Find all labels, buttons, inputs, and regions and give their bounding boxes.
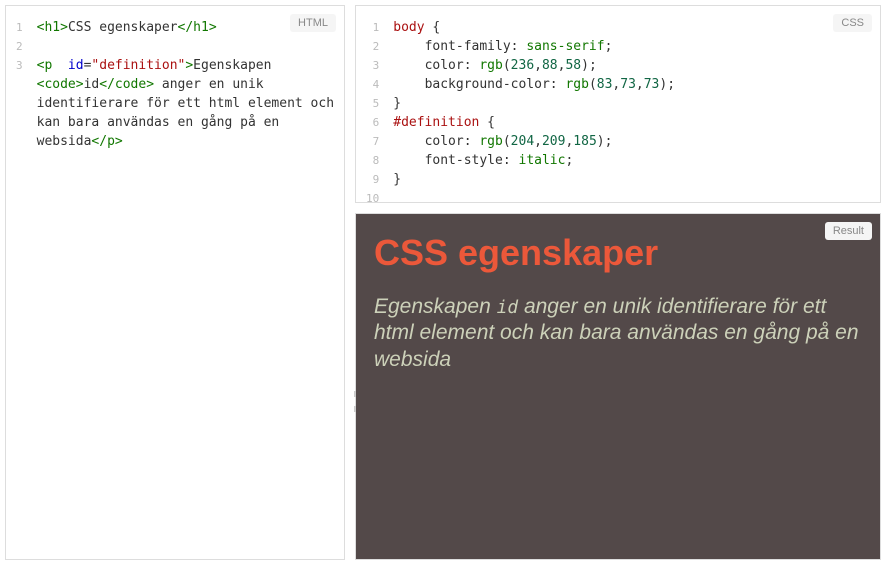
css-editor[interactable]: 12345678910 body { font-family: sans-ser… (356, 6, 880, 202)
result-code-inline: id (497, 297, 519, 318)
result-paragraph: Egenskapen id anger en unik identifierar… (374, 294, 862, 373)
html-editor[interactable]: 123 <h1>CSS egenskaper</h1> <p id="defin… (6, 6, 344, 559)
result-pane: Result CSS egenskaper Egenskapen id ange… (355, 213, 881, 560)
html-code[interactable]: <h1>CSS egenskaper</h1> <p id="definitio… (29, 6, 344, 559)
css-pane: CSS 12345678910 body { font-family: sans… (355, 5, 881, 203)
html-column: HTML 123 <h1>CSS egenskaper</h1> <p id="… (5, 5, 345, 560)
right-column: CSS 12345678910 body { font-family: sans… (355, 5, 881, 560)
result-badge: Result (825, 222, 872, 240)
fiddle-container: HTML 123 <h1>CSS egenskaper</h1> <p id="… (0, 0, 886, 565)
html-badge: HTML (290, 14, 336, 32)
result-body: CSS egenskaper Egenskapen id anger en un… (356, 214, 880, 559)
css-badge: CSS (833, 14, 872, 32)
css-gutter: 12345678910 (356, 6, 385, 202)
horizontal-splitter-handle[interactable] (351, 387, 359, 417)
html-pane: HTML 123 <h1>CSS egenskaper</h1> <p id="… (5, 5, 345, 560)
result-heading: CSS egenskaper (374, 232, 862, 274)
css-code[interactable]: body { font-family: sans-serif; color: r… (385, 6, 880, 202)
html-gutter: 123 (6, 6, 29, 559)
